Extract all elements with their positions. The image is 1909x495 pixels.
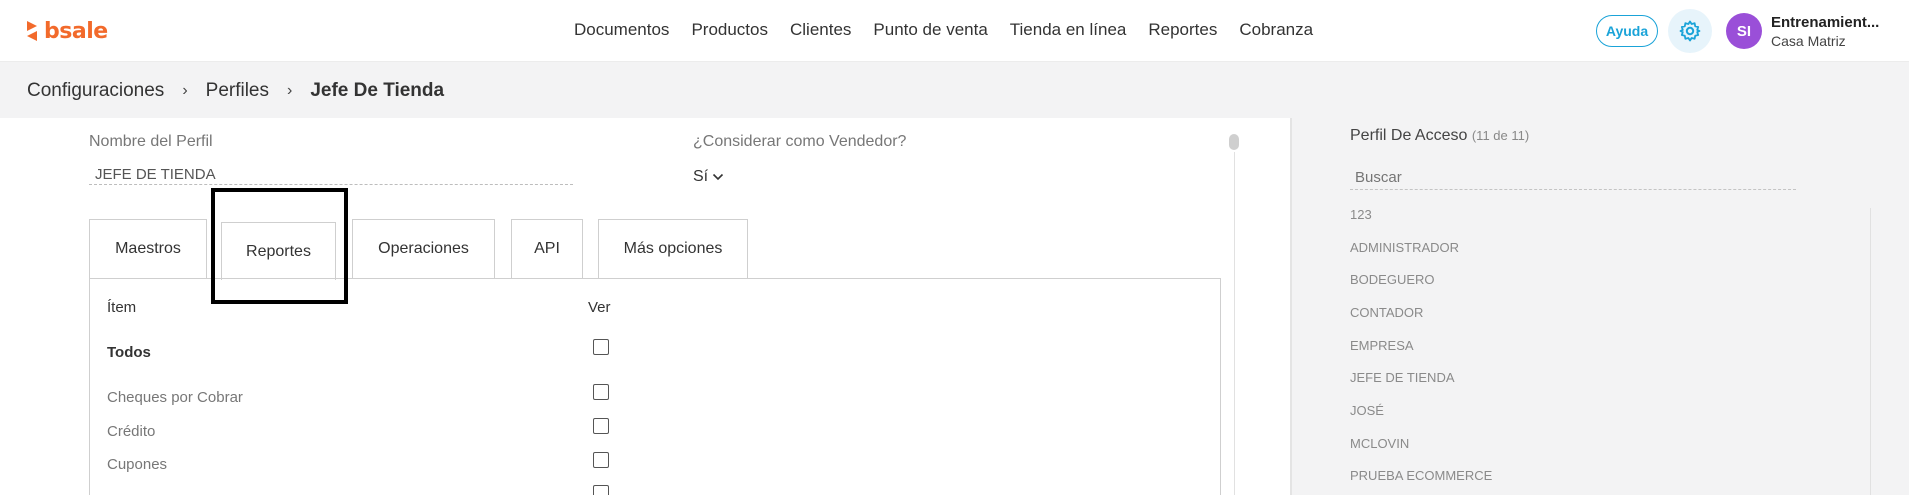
nav-productos[interactable]: Productos xyxy=(691,20,768,40)
logo-text: bsale xyxy=(44,18,108,44)
breadcrumb: Configuraciones › Perfiles › Jefe De Tie… xyxy=(27,80,444,102)
checkbox-todos[interactable] xyxy=(593,339,609,355)
profile-search-input[interactable] xyxy=(1350,166,1796,190)
profile-item-bodeguero[interactable]: BODEGUERO xyxy=(1350,272,1435,287)
right-scrollbar-track[interactable] xyxy=(1870,208,1871,495)
chevron-right-icon: › xyxy=(182,82,188,99)
profile-item-prueba-ecommerce[interactable]: PRUEBA ECOMMERCE xyxy=(1350,468,1492,483)
row-label-todos: Todos xyxy=(107,344,151,361)
profile-item-empresa[interactable]: EMPRESA xyxy=(1350,338,1414,353)
access-profile-title: Perfil De Acceso (11 de 11) xyxy=(1350,127,1529,145)
tab-operaciones[interactable]: Operaciones xyxy=(352,219,495,278)
profile-item-jose[interactable]: JOSÉ xyxy=(1350,403,1384,418)
breadcrumb-configuraciones[interactable]: Configuraciones xyxy=(27,80,164,102)
chevron-down-icon xyxy=(713,173,724,181)
profile-name-label: Nombre del Perfil xyxy=(89,133,213,150)
gear-icon xyxy=(1679,20,1701,42)
settings-button[interactable] xyxy=(1668,9,1712,53)
scrollbar-track[interactable] xyxy=(1234,152,1235,495)
profile-item-jefe-de-tienda[interactable]: JEFE DE TIENDA xyxy=(1350,370,1455,385)
nav-tienda-en-linea[interactable]: Tienda en línea xyxy=(1010,20,1127,40)
profile-item-contador[interactable]: CONTADOR xyxy=(1350,305,1423,320)
nav-reportes[interactable]: Reportes xyxy=(1148,20,1217,40)
seller-select[interactable]: Sí xyxy=(693,168,724,186)
seller-label: ¿Considerar como Vendedor? xyxy=(693,133,907,150)
profile-item-123[interactable]: 123 xyxy=(1350,207,1372,222)
seller-select-value: Sí xyxy=(693,168,709,185)
profile-name-input[interactable] xyxy=(89,165,573,185)
chevron-right-icon: › xyxy=(287,82,293,99)
row-label-cheques: Cheques por Cobrar xyxy=(107,389,243,406)
row-label-cupones: Cupones xyxy=(107,456,168,473)
user-branch: Casa Matriz xyxy=(1771,33,1846,49)
checkbox-cupones[interactable] xyxy=(593,452,609,468)
bsale-logo[interactable]: bsale xyxy=(24,18,108,44)
breadcrumb-current: Jefe De Tienda xyxy=(310,80,445,101)
access-profile-title-text: Perfil De Acceso xyxy=(1350,127,1468,144)
nav-clientes[interactable]: Clientes xyxy=(790,20,851,40)
nav-cobranza[interactable]: Cobranza xyxy=(1239,20,1313,40)
breadcrumb-perfiles[interactable]: Perfiles xyxy=(206,80,269,102)
user-name[interactable]: Entrenamient... xyxy=(1771,14,1879,31)
tab-mas-opciones[interactable]: Más opciones xyxy=(598,219,748,278)
profile-item-administrador[interactable]: ADMINISTRADOR xyxy=(1350,240,1459,255)
access-profile-count: (11 de 11) xyxy=(1471,128,1530,143)
row-label-credito: Crédito xyxy=(107,423,156,440)
scrollbar-thumb[interactable] xyxy=(1229,134,1239,150)
tab-api[interactable]: API xyxy=(511,219,583,278)
tab-maestros[interactable]: Maestros xyxy=(89,219,207,278)
checkbox-cheques[interactable] xyxy=(593,384,609,400)
bsale-logo-icon xyxy=(27,21,37,41)
nav-documentos[interactable]: Documentos xyxy=(574,20,669,40)
main-nav: Documentos Productos Clientes Punto de v… xyxy=(574,20,1335,40)
checkbox-credito[interactable] xyxy=(593,418,609,434)
highlight-box xyxy=(211,188,348,304)
column-header-item: Ítem xyxy=(107,299,137,316)
column-header-view: Ver xyxy=(588,299,611,316)
profile-item-mclovin[interactable]: MCLOVIN xyxy=(1350,436,1409,451)
help-button[interactable]: Ayuda xyxy=(1596,15,1658,47)
nav-punto-de-venta[interactable]: Punto de venta xyxy=(873,20,987,40)
user-avatar[interactable]: SI xyxy=(1726,13,1762,49)
top-navbar: bsale Documentos Productos Clientes Punt… xyxy=(0,0,1909,62)
checkbox-next-row[interactable] xyxy=(593,485,609,495)
tab-panel-reportes xyxy=(89,278,1221,495)
